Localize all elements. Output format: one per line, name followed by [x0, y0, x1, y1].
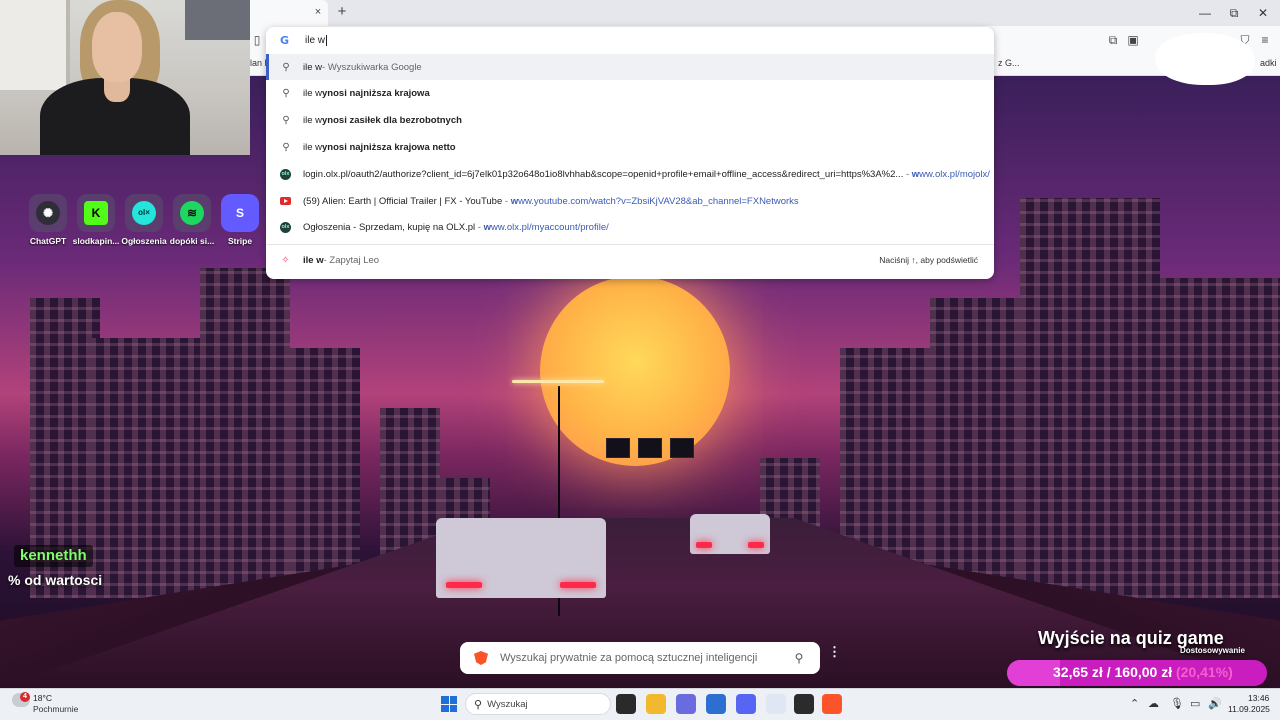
olx-icon: olx: [280, 221, 291, 233]
wallpaper-road-sign: [606, 438, 630, 458]
stripe-icon: S: [228, 201, 252, 225]
kick-icon: K: [84, 201, 108, 225]
maximize-window-button[interactable]: ⧉: [1225, 5, 1243, 21]
wallpaper-road-sign: [638, 438, 662, 458]
wallpaper-building: [290, 348, 360, 598]
chevron-up-icon[interactable]: ⌃: [1130, 697, 1139, 710]
desktop-shortcut-chatgpt[interactable]: ✺ ChatGPT: [24, 194, 72, 246]
goal-progress-bar: 32,65 zł / 160,00 zł (20,41%): [1007, 660, 1267, 686]
chat-username: kennethh: [14, 545, 93, 567]
copilot-icon[interactable]: [676, 694, 696, 714]
search-icon: ⚲: [282, 114, 290, 126]
brave-icon: [474, 651, 488, 665]
suggestion-row[interactable]: (59) Alien: Earth | Official Trailer | F…: [266, 188, 994, 214]
clock-time[interactable]: 13:46: [1248, 693, 1269, 703]
youtube-icon: [280, 197, 291, 205]
network-icon[interactable]: ▭: [1190, 697, 1200, 710]
google-icon: G: [280, 33, 290, 47]
search-icon: ⚲: [474, 698, 483, 711]
address-bar[interactable]: G ile w: [266, 27, 994, 54]
spotify-icon: ≋: [180, 201, 204, 225]
wallpaper-streetlamp-light: [512, 380, 604, 383]
close-tab-icon[interactable]: ×: [312, 6, 324, 18]
address-bar-input[interactable]: ile w: [305, 34, 328, 46]
webcam-overlay: [0, 0, 250, 155]
search-icon: ⚲: [282, 141, 290, 153]
wallpaper-building: [90, 338, 200, 598]
bookmark-icon[interactable]: ▯: [250, 33, 264, 47]
microsoft-store-icon[interactable]: [706, 694, 726, 714]
volume-icon[interactable]: 🔊: [1208, 697, 1222, 710]
more-options-icon[interactable]: ⋮: [828, 645, 841, 658]
sidebar-icon[interactable]: ▣: [1126, 33, 1140, 47]
menu-icon[interactable]: ≡: [1258, 33, 1272, 47]
bookmark-item[interactable]: adki: [1260, 58, 1277, 68]
bookmark-item[interactable]: z G...: [998, 58, 1020, 68]
suggestion-row[interactable]: olx login.olx.pl/oauth2/authorize?client…: [266, 161, 994, 187]
olx-icon: olx: [280, 168, 291, 180]
brave-search-input[interactable]: Wyszukaj prywatnie za pomocą sztucznej i…: [500, 652, 792, 664]
leo-icon: ✧: [281, 254, 290, 266]
search-icon: ⚲: [282, 87, 290, 99]
search-icon[interactable]: ⚲: [792, 651, 806, 665]
weather-temperature[interactable]: 18°C: [33, 693, 52, 703]
suggestion-row[interactable]: ⚲ ile w ynosi najniższa krajowa netto: [266, 134, 994, 160]
olx-icon: ol×: [132, 201, 156, 225]
extensions-icon[interactable]: ⧉: [1106, 33, 1120, 47]
discord-icon[interactable]: [736, 694, 756, 714]
wallpaper-road-sign: [670, 438, 694, 458]
obs-icon[interactable]: [794, 694, 814, 714]
wallpaper-car: [690, 514, 770, 554]
minimize-window-button[interactable]: —: [1196, 5, 1214, 21]
wallpaper-sun: [540, 276, 730, 466]
new-tab-button[interactable]: +: [334, 4, 350, 20]
wallpaper-building: [200, 268, 290, 598]
desktop-shortcut-spotify[interactable]: ≋ dopóki si...: [168, 194, 216, 246]
notepad-icon[interactable]: [766, 694, 786, 714]
redacted-area: [1155, 33, 1255, 85]
wallpaper-building: [1020, 198, 1160, 598]
chatgpt-icon: ✺: [36, 201, 60, 225]
suggestion-row[interactable]: olx Ogłoszenia - Sprzedam, kupię na OLX.…: [266, 214, 994, 240]
keyboard-hint: Naciśnij ↑, aby podświetlić: [879, 255, 978, 265]
tab-strip: [250, 0, 1280, 26]
wallpaper-building: [1160, 278, 1280, 598]
suggestion-row[interactable]: ⚲ ile w ynosi najniższa krajowa: [266, 80, 994, 106]
search-icon: ⚲: [282, 61, 290, 73]
clock-date[interactable]: 11.09.2025: [1228, 704, 1270, 714]
desktop-shortcut-olx[interactable]: ol× Ogłoszenia: [120, 194, 168, 246]
taskbar-search[interactable]: ⚲ Wyszukaj: [465, 693, 611, 715]
suggestion-row[interactable]: ⚲ ile w - Wyszukiwarka Google: [266, 54, 994, 80]
goal-subtitle: Dostosowywanie: [1180, 646, 1245, 655]
brave-icon[interactable]: [822, 694, 842, 714]
notification-badge: 4: [20, 692, 30, 702]
ask-leo-row[interactable]: ✧ ile w - Zapytaj Leo Naciśnij ↑, aby po…: [266, 247, 994, 273]
suggestion-row[interactable]: ⚲ ile w ynosi zasiłek dla bezrobotnych: [266, 107, 994, 133]
onedrive-icon[interactable]: ☁: [1148, 697, 1159, 710]
divider: [266, 244, 994, 245]
start-button[interactable]: [441, 696, 457, 712]
wallpaper-building: [930, 298, 1020, 598]
omnibox-dropdown: G ile w ⚲ ile w - Wyszukiwarka Google ⚲ …: [266, 27, 994, 279]
close-window-button[interactable]: ✕: [1254, 5, 1272, 21]
file-explorer-icon[interactable]: [646, 694, 666, 714]
weather-condition[interactable]: Pochmurnie: [33, 704, 78, 714]
taskbar: [0, 688, 1280, 720]
wallpaper-car: [436, 518, 606, 598]
microphone-icon[interactable]: 🎙: [1170, 697, 1184, 710]
task-view-icon[interactable]: [616, 694, 636, 714]
brave-search-box[interactable]: Wyszukaj prywatnie za pomocą sztucznej i…: [460, 642, 820, 674]
desktop-shortcut-kick[interactable]: K slodkapin...: [72, 194, 120, 246]
chat-message: % od wartosci: [8, 572, 103, 588]
desktop-shortcut-stripe[interactable]: S Stripe: [216, 194, 264, 246]
goal-amounts: 32,65 zł / 160,00 zł (20,41%): [1053, 664, 1233, 680]
